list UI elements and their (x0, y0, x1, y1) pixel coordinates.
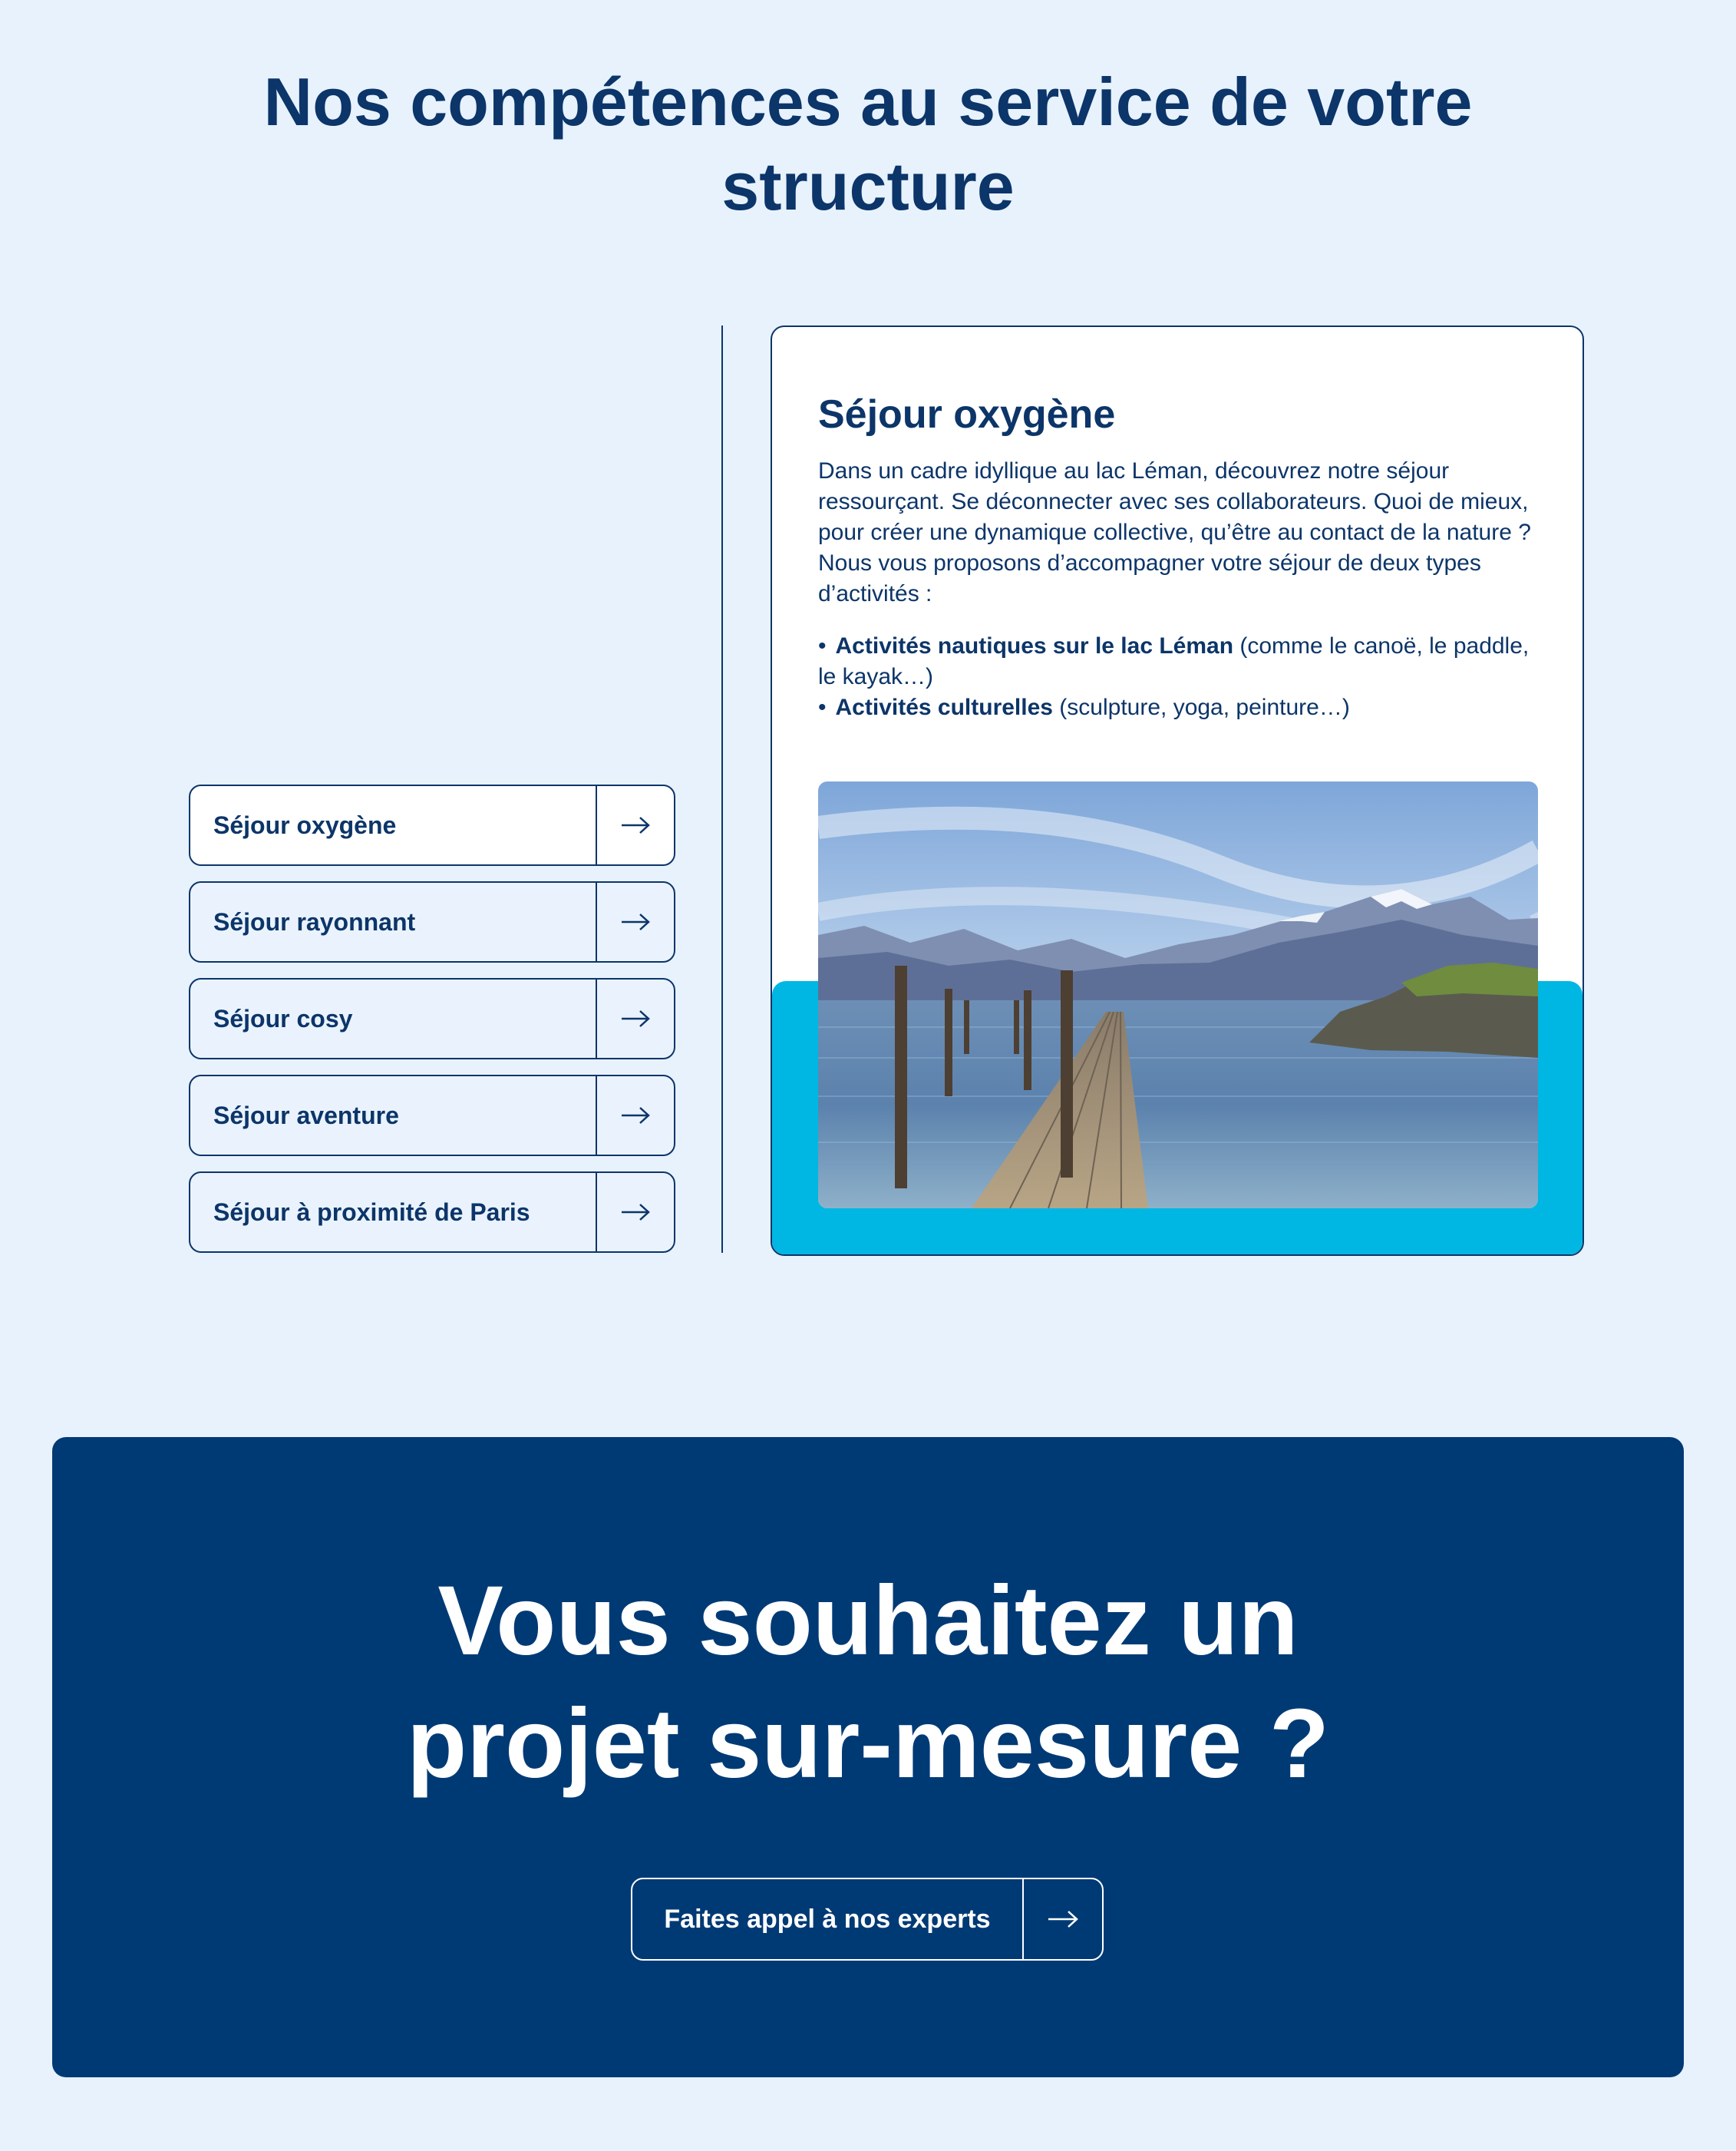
sejour-item-cosy[interactable]: Séjour cosy (189, 978, 675, 1059)
card-title: Séjour oxygène (818, 392, 1116, 437)
activity-title: Activités culturelles (835, 695, 1053, 720)
arrow-right-icon (596, 786, 674, 864)
sejour-item-rayonnant[interactable]: Séjour rayonnant (189, 881, 675, 963)
cta-title: Vous souhaitez un projet sur-mesure ? (52, 1560, 1684, 1806)
arrow-right-icon (596, 980, 674, 1058)
activity-item: • Activités culturelles (sculpture, yoga,… (818, 692, 1547, 723)
cta-title-line1: Vous souhaitez un (437, 1566, 1299, 1676)
sejour-list: Séjour oxygène Séjour rayonnant Séjour c… (189, 785, 675, 1268)
arrow-right-icon (596, 1173, 674, 1251)
bullet: • (818, 633, 827, 659)
activity-list: • Activités nautiques sur le lac Léman (c… (818, 631, 1547, 723)
arrow-right-icon (596, 883, 674, 961)
sejour-item-paris[interactable]: Séjour à proximité de Paris (189, 1171, 675, 1253)
activity-item: • Activités nautiques sur le lac Léman (c… (818, 631, 1547, 692)
contact-experts-label: Faites appel à nos experts (664, 1904, 991, 1934)
sejour-item-label: Séjour cosy (213, 1004, 353, 1033)
sejour-item-label: Séjour oxygène (213, 811, 397, 839)
arrow-right-icon (1022, 1879, 1102, 1959)
sejour-item-label: Séjour rayonnant (213, 907, 416, 936)
cta-title-line2: projet sur-mesure ? (406, 1689, 1330, 1799)
sejour-item-label: Séjour aventure (213, 1101, 399, 1129)
sejour-detail-card: Séjour oxygène Dans un cadre idyllique a… (771, 325, 1584, 1256)
section-title-line2: structure (721, 148, 1015, 224)
cta-banner: Vous souhaitez un projet sur-mesure ? Fa… (52, 1437, 1684, 2077)
contact-experts-button[interactable]: Faites appel à nos experts (631, 1878, 1104, 1961)
activity-title: Activités nautiques sur le lac Léman (835, 633, 1234, 659)
sejour-item-oxygene[interactable]: Séjour oxygène (189, 785, 675, 866)
page: Nos compétences au service de votre stru… (0, 0, 1736, 2151)
bullet: • (818, 695, 827, 720)
section-title-line1: Nos compétences au service de votre (263, 64, 1473, 140)
section-title: Nos compétences au service de votre stru… (0, 60, 1736, 229)
card-description: Dans un cadre idyllique au lac Léman, dé… (818, 458, 1531, 606)
vertical-divider (721, 325, 723, 1253)
lake-pier-photo (818, 781, 1538, 1208)
activity-detail: (sculpture, yoga, peinture…) (1052, 695, 1350, 720)
sejour-item-aventure[interactable]: Séjour aventure (189, 1075, 675, 1156)
arrow-right-icon (596, 1076, 674, 1155)
sejour-item-label: Séjour à proximité de Paris (213, 1198, 530, 1226)
